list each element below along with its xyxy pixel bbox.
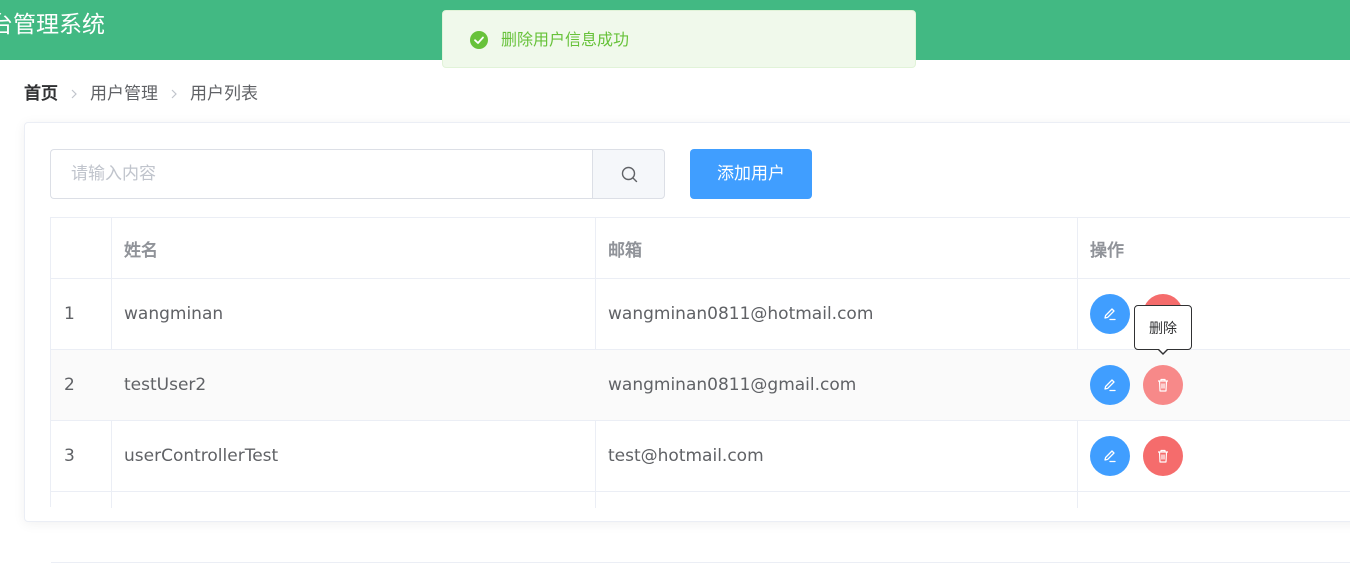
edit-button[interactable] xyxy=(1090,294,1130,334)
user-name: wangminan xyxy=(124,304,224,324)
row-index: 2 xyxy=(64,375,75,395)
user-name: testUser2 xyxy=(124,375,207,395)
table-row: 3 userControllerTest test@hotmail.com xyxy=(51,421,1350,492)
app-title: 台管理系统 xyxy=(0,12,105,38)
add-user-button[interactable]: 添加用户 xyxy=(690,149,812,199)
pencil-icon xyxy=(1104,308,1116,321)
edit-button[interactable] xyxy=(1090,436,1130,476)
edit-button[interactable] xyxy=(1090,365,1130,405)
user-email: wangminan0811@gmail.com xyxy=(608,375,857,395)
check-circle-icon xyxy=(470,31,488,49)
column-header-name: 姓名 xyxy=(124,240,158,261)
row-index: 1 xyxy=(64,304,75,324)
user-email: test@hotmail.com xyxy=(608,446,764,466)
row-index: 3 xyxy=(64,446,75,466)
delete-button[interactable] xyxy=(1143,365,1183,405)
user-email: wangminan0811@hotmail.com xyxy=(608,304,874,324)
column-header-email: 邮箱 xyxy=(608,240,642,261)
trash-icon xyxy=(1158,378,1168,392)
trash-icon xyxy=(1158,449,1168,463)
breadcrumb: 首页 用户管理 用户列表 xyxy=(24,82,258,106)
chevron-right-icon xyxy=(71,89,77,99)
table-header-row: 姓名 邮箱 操作 xyxy=(51,218,1350,279)
tooltip-arrow-inner xyxy=(1158,348,1168,353)
delete-tooltip: 删除 xyxy=(1134,305,1192,350)
user-name: userControllerTest xyxy=(124,446,279,466)
breadcrumb-user-management: 用户管理 xyxy=(90,84,158,104)
breadcrumb-home[interactable]: 首页 xyxy=(24,82,58,106)
breadcrumb-user-list: 用户列表 xyxy=(190,84,258,104)
table-row: 2 testUser2 wangminan0811@gmail.com xyxy=(51,350,1350,421)
user-table: 姓名 邮箱 操作 1 wangminan wangminan0811@hotma… xyxy=(50,217,1350,563)
table-row xyxy=(51,492,1350,563)
pencil-icon xyxy=(1104,450,1116,463)
success-message-text: 删除用户信息成功 xyxy=(501,30,630,49)
pencil-icon xyxy=(1104,379,1116,392)
search-input[interactable] xyxy=(50,149,593,199)
column-header-actions: 操作 xyxy=(1090,240,1124,261)
success-message: 删除用户信息成功 xyxy=(442,10,916,68)
chevron-right-icon xyxy=(171,89,177,99)
search-button[interactable] xyxy=(592,149,665,199)
delete-button[interactable] xyxy=(1143,436,1183,476)
search-icon xyxy=(621,166,638,183)
